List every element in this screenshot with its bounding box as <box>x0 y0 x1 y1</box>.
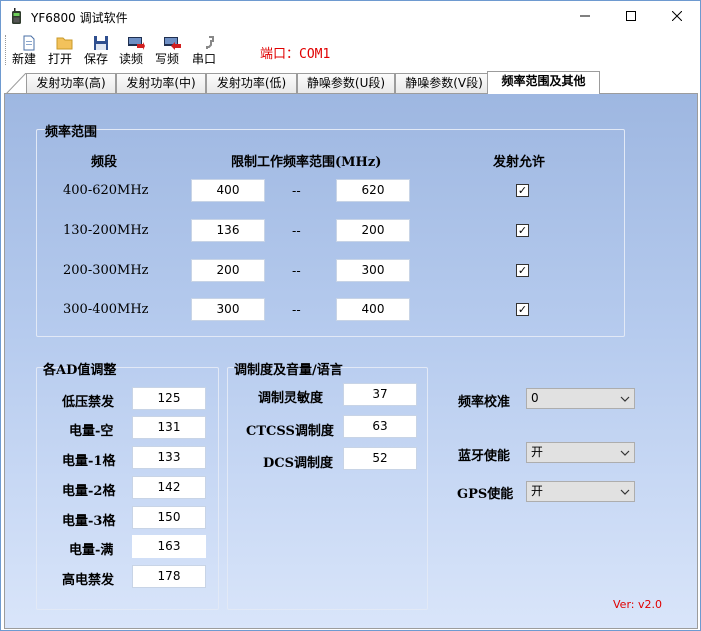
mod-sensitivity-label: 调制灵敏度 <box>258 391 324 406</box>
new-button-label: 新建 <box>12 52 37 66</box>
serial-port-button[interactable]: 串口 <box>192 35 226 69</box>
col-range-header: 限制工作频率范围(MHz) <box>231 155 382 170</box>
chevron-down-icon <box>620 489 630 495</box>
range-separator: -- <box>292 184 301 198</box>
new-button[interactable]: 新建 <box>12 35 46 69</box>
write-button-label: 写频 <box>155 52 180 66</box>
ad-battery-full-input[interactable]: 163 <box>132 535 206 558</box>
band-label: 300-400MHz <box>63 302 149 317</box>
ad-battery-2-input[interactable]: 142 <box>132 476 206 499</box>
read-button-label: 读频 <box>119 52 144 66</box>
minimize-button[interactable] <box>562 1 608 31</box>
freq-high-input[interactable]: 620 <box>336 179 410 202</box>
ad-battery-3-input[interactable]: 150 <box>132 506 206 529</box>
port-status: 端口：COM1 <box>260 47 331 62</box>
ad-battery-empty-input[interactable]: 131 <box>132 416 206 439</box>
minimize-icon <box>580 15 590 17</box>
folder-icon <box>56 37 73 50</box>
chevron-down-icon <box>620 450 630 456</box>
gps-enable-value: 开 <box>531 484 544 498</box>
write-to-radio-icon <box>164 37 181 50</box>
toolbar-grip[interactable] <box>5 35 8 65</box>
freq-low-input[interactable]: 136 <box>191 219 265 242</box>
bluetooth-enable-label: 蓝牙使能 <box>458 449 511 464</box>
tab-power-low[interactable]: 发射功率(低) <box>206 73 297 94</box>
tab-content-panel: 频率范围 频段 限制工作频率范围(MHz) 发射允许 400-620MHz 40… <box>4 93 698 629</box>
ad-label-high-voltage: 高电禁发 <box>62 573 115 588</box>
tab-power-high[interactable]: 发射功率(高) <box>26 73 116 94</box>
tab-power-mid[interactable]: 发射功率(中) <box>116 73 206 94</box>
bluetooth-enable-value: 开 <box>531 445 544 459</box>
bluetooth-enable-select[interactable]: 开 <box>526 442 635 463</box>
version-label: Ver: v2.0 <box>613 598 662 611</box>
new-file-icon <box>23 35 35 51</box>
freq-low-input[interactable]: 400 <box>191 179 265 202</box>
dcs-mod-input[interactable]: 52 <box>343 447 417 470</box>
ad-label-battery-empty: 电量-空 <box>69 424 114 439</box>
freq-low-input[interactable]: 200 <box>191 259 265 282</box>
freq-high-input[interactable]: 300 <box>336 259 410 282</box>
tab-squelch-uhf[interactable]: 静噪参数(U段) <box>297 73 395 94</box>
tab-strip: 发射功率(高) 发射功率(中) 发射功率(低) 静噪参数(U段) 静噪参数(V段… <box>1 71 700 94</box>
app-window: YF6800 调试软件 新建 打开 保存 读频 写频 串口 端口：COM1 发射… <box>0 0 701 631</box>
write-button[interactable]: 写频 <box>155 35 189 69</box>
chevron-down-icon <box>620 396 630 402</box>
ad-label-battery-3: 电量-3格 <box>62 514 116 529</box>
plug-icon <box>206 36 214 49</box>
open-button-label: 打开 <box>48 52 73 66</box>
window-title: YF6800 调试软件 <box>31 11 128 25</box>
ad-low-voltage-input[interactable]: 125 <box>132 387 206 410</box>
dcs-mod-label: DCS调制度 <box>263 456 334 471</box>
tab-slant <box>6 73 26 94</box>
ad-label-low-voltage: 低压禁发 <box>62 395 115 410</box>
close-icon <box>672 11 682 21</box>
tx-allowed-checkbox[interactable]: ✓ <box>516 184 529 197</box>
modulation-title: 调制度及音量/语言 <box>234 363 343 378</box>
tx-allowed-checkbox[interactable]: ✓ <box>516 303 529 316</box>
range-separator: -- <box>292 303 301 317</box>
title-bar: YF6800 调试软件 <box>1 1 700 31</box>
range-separator: -- <box>292 264 301 278</box>
col-band-header: 频段 <box>91 155 118 170</box>
serial-port-button-label: 串口 <box>192 52 217 66</box>
open-button[interactable]: 打开 <box>48 35 82 69</box>
band-label: 400-620MHz <box>63 183 149 198</box>
band-label: 200-300MHz <box>63 263 149 278</box>
tx-allowed-checkbox[interactable]: ✓ <box>516 224 529 237</box>
save-button-label: 保存 <box>84 52 109 66</box>
freq-cal-value: 0 <box>531 391 539 405</box>
range-separator: -- <box>292 224 301 238</box>
ad-label-battery-1: 电量-1格 <box>62 454 116 469</box>
gps-enable-select[interactable]: 开 <box>526 481 635 502</box>
col-tx-header: 发射允许 <box>493 155 546 170</box>
read-button[interactable]: 读频 <box>119 35 153 69</box>
band-label: 130-200MHz <box>63 223 149 238</box>
gps-enable-label: GPS使能 <box>457 487 514 502</box>
freq-high-input[interactable]: 200 <box>336 219 410 242</box>
ad-label-battery-full: 电量-满 <box>69 543 114 558</box>
radio-icon <box>12 8 21 24</box>
floppy-disk-icon <box>94 36 108 50</box>
ad-adjust-title: 各AD值调整 <box>43 363 117 378</box>
maximize-icon <box>626 11 636 21</box>
freq-range-title: 频率范围 <box>45 125 98 140</box>
toolbar: 新建 打开 保存 读频 写频 串口 <box>1 31 700 69</box>
tab-freq-range-other[interactable]: 频率范围及其他 <box>487 71 600 94</box>
save-button[interactable]: 保存 <box>84 35 118 69</box>
tab-squelch-vhf[interactable]: 静噪参数(V段) <box>395 73 493 94</box>
ctcss-mod-label: CTCSS调制度 <box>246 424 334 439</box>
mod-sensitivity-input[interactable]: 37 <box>343 383 417 406</box>
freq-low-input[interactable]: 300 <box>191 298 265 321</box>
freq-high-input[interactable]: 400 <box>336 298 410 321</box>
freq-cal-select[interactable]: 0 <box>526 388 635 409</box>
read-from-radio-icon <box>128 37 145 50</box>
ad-label-battery-2: 电量-2格 <box>62 484 116 499</box>
tx-allowed-checkbox[interactable]: ✓ <box>516 264 529 277</box>
freq-cal-label: 频率校准 <box>458 395 511 410</box>
ad-battery-1-input[interactable]: 133 <box>132 446 206 469</box>
close-button[interactable] <box>654 1 700 31</box>
ad-high-voltage-input[interactable]: 178 <box>132 565 206 588</box>
ctcss-mod-input[interactable]: 63 <box>343 415 417 438</box>
maximize-button[interactable] <box>608 1 654 31</box>
